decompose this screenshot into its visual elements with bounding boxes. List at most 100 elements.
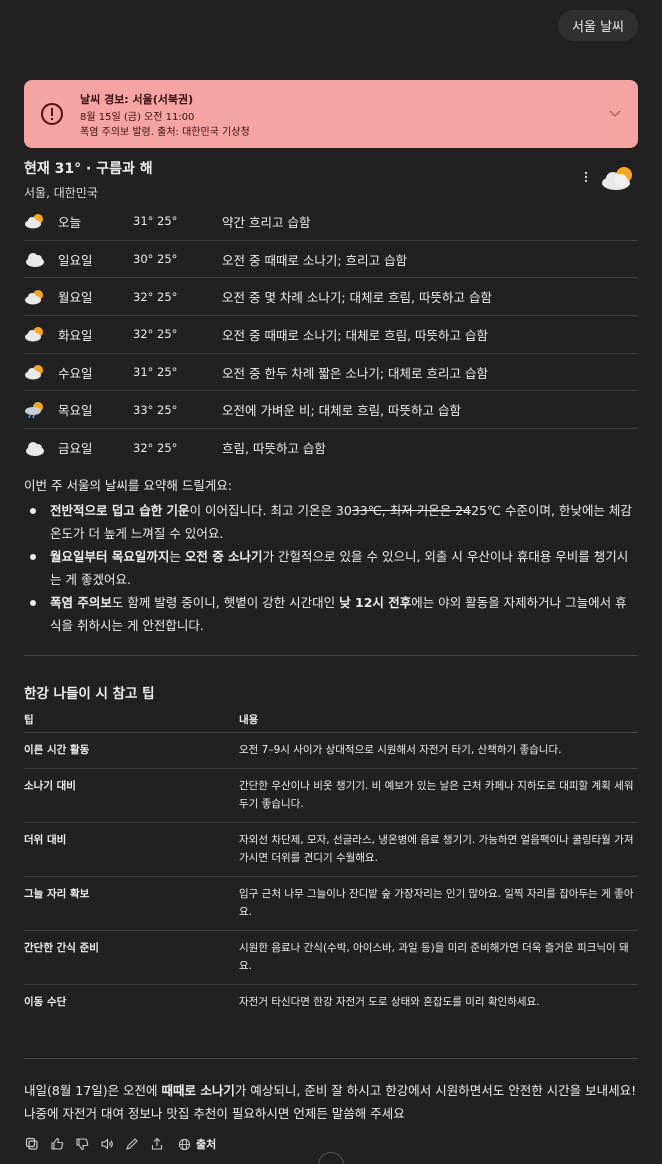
sun-rain-icon [25,401,43,419]
chevron-down-icon[interactable] [608,106,622,120]
bold-text: 월요일부터 목요일까지 [50,549,170,564]
table-row: 더위 대비 자외선 차단제, 모자, 선글라스, 냉온병에 음료 챙기기. 가능하… [24,823,638,877]
summary-bullet: 월요일부터 목요일까지는 오전 중 소나기가 간헐적으로 있을 수 있으니, 외… [24,545,638,591]
strikethrough-text: 33℃, 최저 기온은 24 [351,503,472,518]
bold-text: 때때로 소나기 [161,1083,235,1098]
forecast-temps: 32° 25° [133,289,178,304]
table-row: 이동 수단 자전거 타신다면 한강 자전거 도로 상태와 혼잡도를 미리 확인하세… [24,985,638,1020]
weather-summary: 이번 주 서울의 날씨를 요약해 드릴게요: 전반적으로 덥고 습한 기운이 이… [24,474,638,637]
forecast-desc: 오전에 가벼운 비; 대체로 흐림, 따뜻하고 습함 [222,403,462,419]
tips-table: 팁 내용 이른 시간 활동 오전 7–9시 사이가 상대적으로 시원해서 자전거 … [24,707,638,1020]
table-row: 간단한 간식 준비 시원한 음료나 간식(수박, 아이스바, 과일 등)을 미리 … [24,931,638,985]
forecast-temps: 33° 25° [133,402,178,417]
text: 도 함께 발령 중이니, 햇볕이 강한 시간대인 [111,595,340,610]
tip-cell: 더위 대비 [24,834,67,846]
bold-text: 폭염 주의보 [50,595,112,610]
forecast-day: 화요일 [58,327,93,343]
divider [24,1058,638,1059]
alert-icon [41,103,63,125]
thumbs-down-icon [76,1138,89,1151]
summary-bullet: 전반적으로 덥고 습한 기운이 이어집니다. 최고 기온은 3033℃, 최저 … [24,499,638,545]
message-actions: 출처 [24,1136,216,1152]
cloud-icon [26,253,44,268]
forecast-day: 금요일 [58,441,93,457]
read-aloud-button[interactable] [99,1136,115,1152]
column-header-content: 내용 [239,714,259,726]
tip-cell: 이동 수단 [24,996,67,1008]
alert-time: 8월 15일 (금) 오전 11:00 [80,112,195,123]
forecast-temps: 31° 25° [133,365,178,380]
forecast-temps: 30° 25° [133,252,178,267]
table-row: 그늘 자리 확보 입구 근처 나무 그늘이나 잔디밭 숲 가장자리는 인기 많아요… [24,877,638,931]
share-button[interactable] [149,1136,165,1152]
share-icon [151,1137,163,1150]
forecast-list: 오늘 31° 25° 약간 흐리고 습함 일요일 30° 25° 오전 중 때때… [24,203,638,467]
weather-alert-banner[interactable]: 날씨 경보: 서울(서북권) 8월 15일 (금) 오전 11:00 폭염 주의… [24,80,638,148]
cloud-icon [26,441,44,456]
partly-sunny-icon [602,167,632,190]
forecast-temps: 32° 25° [133,440,178,455]
tip-cell: 간단한 간식 준비 [24,942,99,954]
sources-button[interactable]: 출처 [178,1136,216,1152]
content-cell: 입구 근처 나무 그늘이나 잔디밭 숲 가장자리는 인기 많아요. 일찍 자리를… [239,888,634,918]
edit-button[interactable] [124,1136,140,1152]
partly-sunny-icon [25,214,43,229]
tip-cell: 그늘 자리 확보 [24,888,90,900]
tips-heading: 한강 나들이 시 참고 팁 [24,686,155,702]
thumbs-down-button[interactable] [74,1136,90,1152]
content-cell: 오전 7–9시 사이가 상대적으로 시원해서 자전거 타기, 산책하기 좋습니다… [239,744,562,756]
forecast-desc: 약간 흐리고 습함 [222,214,311,230]
text: 이 이어집니다. 최고 기온은 30 [189,503,352,518]
globe-icon [178,1138,191,1150]
user-message-bubble: 서울 날씨 [558,10,638,41]
table-row: 소나기 대비 간단한 우산이나 비옷 챙기기. 비 예보가 있는 날은 근처 카페… [24,769,638,823]
current-weather: 현재 31° · 구름과 해 서울, 대한민국 [24,158,153,201]
content-cell: 시원한 음료나 간식(수박, 아이스바, 과일 등)을 미리 준비해가면 더욱 … [239,942,629,972]
forecast-day: 일요일 [58,252,93,268]
alert-body: 폭염 주의보 발령. 출처: 대한민국 기상청 [80,127,250,138]
forecast-row: 수요일 31° 25° 오전 중 한두 차례 짧은 소나기; 대체로 흐리고 습… [24,354,638,392]
forecast-temps: 31° 25° [133,214,178,229]
bold-text: 전반적으로 덥고 습한 기운 [50,503,190,518]
content-cell: 자전거 타신다면 한강 자전거 도로 상태와 혼잡도를 미리 확인하세요. [239,996,540,1008]
thumbs-up-icon [51,1137,64,1150]
forecast-row: 금요일 32° 25° 흐림, 따뜻하고 습함 [24,429,638,467]
copy-button[interactable] [24,1136,40,1152]
scroll-down-button[interactable] [318,1152,344,1164]
forecast-desc: 오전 중 몇 차례 소나기; 대체로 흐림, 따뜻하고 습함 [222,290,492,306]
sources-label: 출처 [196,1138,217,1151]
forecast-desc: 오전 중 한두 차례 짧은 소나기; 대체로 흐리고 습함 [222,365,488,381]
summary-bullet: 폭염 주의보도 함께 발령 중이니, 햇볕이 강한 시간대인 낮 12시 전후에… [24,591,638,637]
bold-text: 낮 12시 전후 [339,595,412,610]
forecast-temps: 32° 25° [133,327,178,342]
forecast-desc: 오전 중 때때로 소나기; 흐리고 습함 [222,252,408,268]
content-cell: 간단한 우산이나 비옷 챙기기. 비 예보가 있는 날은 근처 카페나 지하도로… [239,780,634,810]
content-cell: 자외선 차단제, 모자, 선글라스, 냉온병에 음료 챙기기. 가능하면 얼음팩… [239,834,634,864]
divider [24,655,638,656]
forecast-row: 오늘 31° 25° 약간 흐리고 습함 [24,203,638,241]
text: 내일(8월 17일)은 오전에 [24,1083,162,1098]
alert-title: 날씨 경보: 서울(서북권) [80,93,194,106]
tip-cell: 이른 시간 활동 [24,744,90,756]
forecast-day: 목요일 [58,403,93,419]
table-header: 팁 내용 [24,707,638,733]
tip-cell: 소나기 대비 [24,780,76,792]
partly-sunny-icon [25,327,43,342]
partly-sunny-icon [25,289,43,305]
forecast-row: 월요일 32° 25° 오전 중 몇 차례 소나기; 대체로 흐림, 따뜻하고 … [24,278,638,317]
current-temperature: 현재 31° · 구름과 해 [24,161,153,177]
forecast-row: 일요일 30° 25° 오전 중 때때로 소나기; 흐리고 습함 [24,241,638,279]
speaker-icon [101,1138,113,1150]
forecast-day: 오늘 [58,214,82,230]
forecast-day: 월요일 [58,290,93,306]
pencil-icon [126,1138,138,1150]
forecast-day: 수요일 [58,365,93,381]
column-header-tip: 팁 [24,714,34,726]
partly-sunny-icon [25,365,43,380]
copy-icon [25,1137,38,1150]
thumbs-up-button[interactable] [49,1136,65,1152]
table-row: 이른 시간 활동 오전 7–9시 사이가 상대적으로 시원해서 자전거 타기, 산… [24,733,638,769]
more-options-icon[interactable] [580,170,592,184]
text: 는 [169,549,185,564]
forecast-row: 목요일 33° 25° 오전에 가벼운 비; 대체로 흐림, 따뜻하고 습함 [24,391,638,430]
